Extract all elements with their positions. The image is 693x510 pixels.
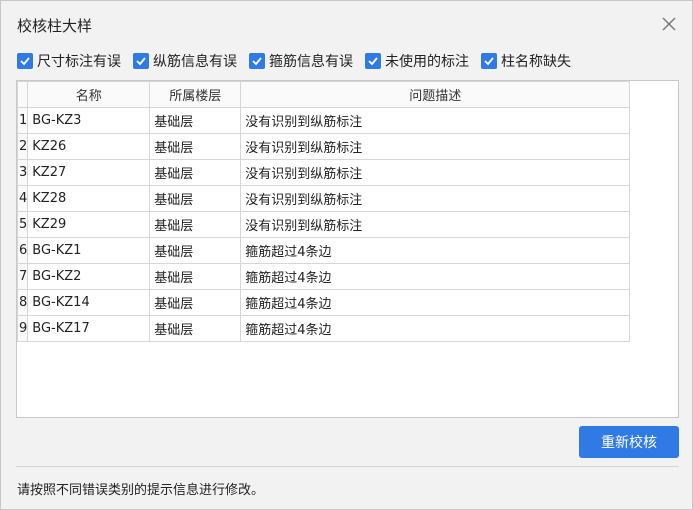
cell-floor[interactable]: 基础层: [149, 237, 242, 264]
cell-name[interactable]: BG-KZ2: [27, 263, 151, 290]
cell-name[interactable]: BG-KZ17: [27, 315, 151, 342]
table-row[interactable]: 4 KZ28 基础层 没有识别到纵筋标注: [16, 185, 631, 212]
table-row[interactable]: 2 KZ26 基础层 没有识别到纵筋标注: [16, 133, 631, 160]
cell-name[interactable]: KZ26: [27, 133, 151, 160]
header-index-corner: [16, 81, 29, 108]
dialog-window: 校核柱大样 尺寸标注有误 纵筋信息有误 箍筋信息有误 未使用的标注 柱名称缺失 …: [0, 0, 693, 510]
table-header-row: 名称 所属楼层 问题描述: [16, 81, 631, 108]
column-header-name[interactable]: 名称: [27, 81, 151, 108]
cell-description[interactable]: 没有识别到纵筋标注: [240, 185, 631, 212]
issues-table-container: 名称 所属楼层 问题描述 1 BG-KZ3 基础层 没有识别到纵筋标注 2 KZ…: [16, 80, 679, 418]
cell-floor[interactable]: 基础层: [149, 289, 242, 316]
cell-floor[interactable]: 基础层: [149, 107, 242, 134]
checkbox-missing-column-name[interactable]: 柱名称缺失: [481, 51, 571, 71]
cell-name[interactable]: BG-KZ1: [27, 237, 151, 264]
checkbox-checked-icon[interactable]: [481, 53, 497, 69]
row-index: 9: [16, 315, 29, 342]
cell-description[interactable]: 没有识别到纵筋标注: [240, 107, 631, 134]
cell-floor[interactable]: 基础层: [149, 185, 242, 212]
row-index: 6: [16, 237, 29, 264]
cell-name[interactable]: BG-KZ3: [27, 107, 151, 134]
checkbox-longitudinal-rebar-error[interactable]: 纵筋信息有误: [133, 51, 237, 71]
cell-floor[interactable]: 基础层: [149, 133, 242, 160]
cell-description[interactable]: 没有识别到纵筋标注: [240, 133, 631, 160]
checkbox-label: 未使用的标注: [385, 54, 469, 70]
cell-name[interactable]: KZ27: [27, 159, 151, 186]
table-row[interactable]: 1 BG-KZ3 基础层 没有识别到纵筋标注: [16, 107, 631, 134]
table-row[interactable]: 8 BG-KZ14 基础层 箍筋超过4条边: [16, 289, 631, 316]
cell-description[interactable]: 箍筋超过4条边: [240, 289, 631, 316]
cell-description[interactable]: 没有识别到纵筋标注: [240, 159, 631, 186]
cell-description[interactable]: 箍筋超过4条边: [240, 263, 631, 290]
checkbox-checked-icon[interactable]: [365, 53, 381, 69]
checkbox-label: 尺寸标注有误: [37, 54, 121, 70]
checkbox-label: 箍筋信息有误: [269, 54, 353, 70]
row-index: 8: [16, 289, 29, 316]
cell-description[interactable]: 箍筋超过4条边: [240, 237, 631, 264]
checkbox-label: 柱名称缺失: [501, 54, 571, 70]
table-row[interactable]: 5 KZ29 基础层 没有识别到纵筋标注: [16, 211, 631, 238]
dialog-title: 校核柱大样: [17, 17, 93, 35]
cell-floor[interactable]: 基础层: [149, 211, 242, 238]
cell-name[interactable]: KZ28: [27, 185, 151, 212]
cell-floor[interactable]: 基础层: [149, 159, 242, 186]
table-row[interactable]: 7 BG-KZ2 基础层 箍筋超过4条边: [16, 263, 631, 290]
checkbox-stirrup-error[interactable]: 箍筋信息有误: [249, 51, 353, 71]
cell-name[interactable]: BG-KZ14: [27, 289, 151, 316]
row-index: 3: [16, 159, 29, 186]
recheck-button[interactable]: 重新校核: [579, 426, 679, 458]
row-index: 1: [16, 107, 29, 134]
column-header-description[interactable]: 问题描述: [240, 81, 631, 108]
footer-hint-text: 请按照不同错误类别的提示信息进行修改。: [17, 483, 265, 498]
row-index: 5: [16, 211, 29, 238]
checkbox-checked-icon[interactable]: [17, 53, 33, 69]
checkbox-dimension-error[interactable]: 尺寸标注有误: [17, 51, 121, 71]
cell-floor[interactable]: 基础层: [149, 315, 242, 342]
cell-name[interactable]: KZ29: [27, 211, 151, 238]
cell-description[interactable]: 没有识别到纵筋标注: [240, 211, 631, 238]
checkbox-label: 纵筋信息有误: [153, 54, 237, 70]
filter-checkbox-group: 尺寸标注有误 纵筋信息有误 箍筋信息有误 未使用的标注 柱名称缺失: [17, 51, 583, 71]
table-row[interactable]: 6 BG-KZ1 基础层 箍筋超过4条边: [16, 237, 631, 264]
row-index: 7: [16, 263, 29, 290]
close-icon[interactable]: [659, 14, 679, 34]
footer-divider: [16, 466, 679, 467]
table-row[interactable]: 3 KZ27 基础层 没有识别到纵筋标注: [16, 159, 631, 186]
checkbox-checked-icon[interactable]: [133, 53, 149, 69]
row-index: 2: [16, 133, 29, 160]
cell-floor[interactable]: 基础层: [149, 263, 242, 290]
checkbox-unused-annotation[interactable]: 未使用的标注: [365, 51, 469, 71]
column-header-floor[interactable]: 所属楼层: [149, 81, 242, 108]
cell-description[interactable]: 箍筋超过4条边: [240, 315, 631, 342]
checkbox-checked-icon[interactable]: [249, 53, 265, 69]
row-index: 4: [16, 185, 29, 212]
issues-table: 名称 所属楼层 问题描述 1 BG-KZ3 基础层 没有识别到纵筋标注 2 KZ…: [16, 81, 631, 342]
table-row[interactable]: 9 BG-KZ17 基础层 箍筋超过4条边: [16, 315, 631, 342]
